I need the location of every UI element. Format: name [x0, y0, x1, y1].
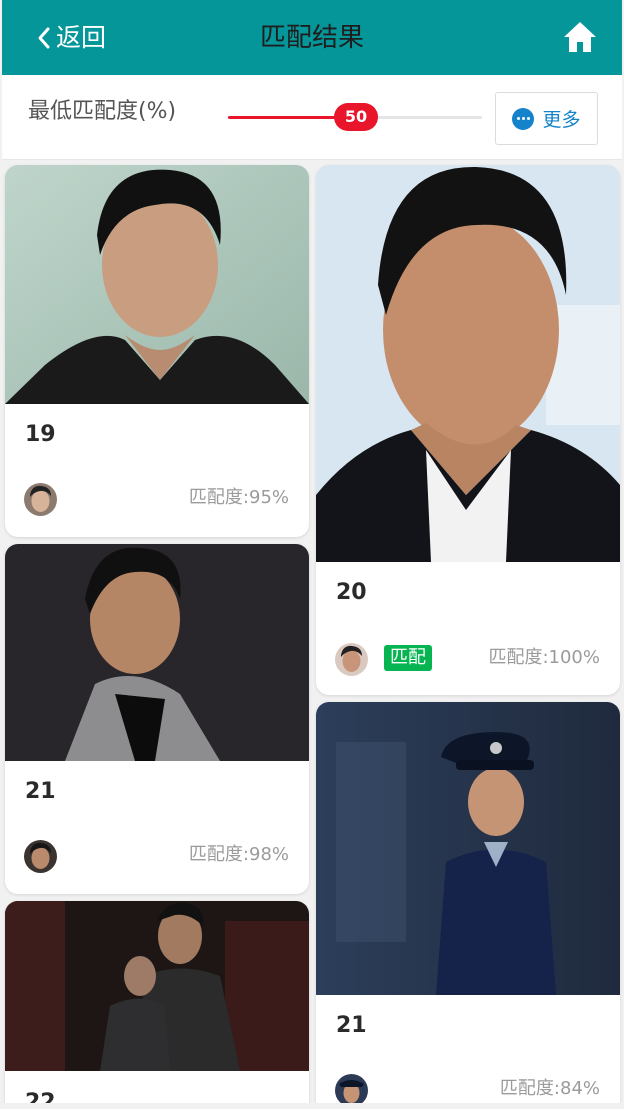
avatar [335, 1074, 368, 1103]
avatar [24, 483, 57, 516]
avatar [335, 643, 368, 676]
slider-thumb[interactable]: 50 [334, 103, 378, 131]
result-card[interactable]: 21 匹配度:98% [5, 544, 309, 894]
result-card[interactable]: 20 匹配 匹配度:100% [316, 165, 620, 695]
card-number: 19 [25, 422, 56, 447]
match-score: 匹配度:98% [188, 844, 289, 865]
min-match-slider[interactable]: 50 [228, 103, 482, 131]
result-card[interactable]: 19 匹配度:95% [5, 165, 309, 537]
result-card[interactable]: 21 匹配度:84% [316, 702, 620, 1103]
card-number: 20 [336, 580, 367, 605]
card-number: 21 [25, 779, 56, 804]
result-card[interactable]: 22 [5, 901, 309, 1103]
more-button[interactable]: 更多 [495, 92, 598, 145]
match-score: 匹配度:84% [499, 1078, 600, 1099]
match-score: 匹配度:95% [188, 487, 289, 508]
portrait-photo [5, 901, 309, 1071]
results-grid: 19 匹配度:95% 20 匹配 匹配度:100% 21 匹配度:98% 21 … [0, 160, 624, 1103]
match-tag: 匹配 [384, 645, 432, 671]
portrait-photo [5, 544, 309, 761]
match-score: 匹配度:100% [488, 647, 600, 668]
home-icon[interactable] [562, 20, 598, 54]
page-title: 匹配结果 [259, 23, 364, 53]
card-number: 22 [25, 1090, 56, 1103]
portrait-photo [316, 165, 620, 562]
portrait-photo [316, 702, 620, 995]
filter-bar: 最低匹配度(%) 50 更多 [2, 75, 622, 160]
min-match-label: 最低匹配度(%) [28, 99, 177, 124]
more-dots-icon [512, 107, 535, 130]
portrait-photo [5, 165, 309, 404]
app-header: 返回 匹配结果 [2, 0, 622, 75]
more-label: 更多 [542, 109, 581, 131]
bottom-edge [0, 1103, 624, 1109]
card-number: 21 [336, 1013, 367, 1038]
avatar [24, 840, 57, 873]
